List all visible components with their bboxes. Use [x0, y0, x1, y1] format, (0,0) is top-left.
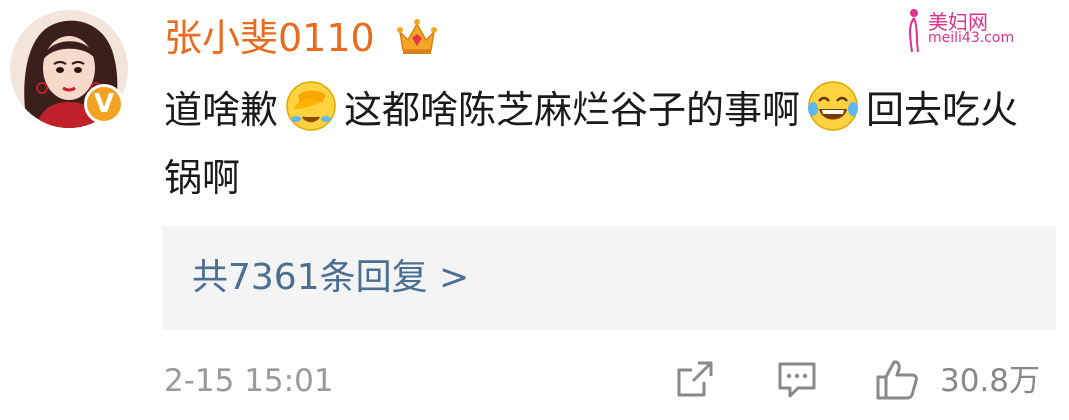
comment-text: 道啥歉 这都啥陈芝麻烂谷子的事啊 回去吃火锅啊 — [164, 76, 1054, 212]
reply-preview-box[interactable]: 共7361条回复 > — [162, 226, 1056, 330]
comment-button[interactable] — [776, 358, 818, 404]
view-replies-link[interactable]: 共7361条回复 > — [192, 252, 469, 304]
username[interactable]: 张小斐0110 — [164, 14, 375, 62]
thumbs-up-icon — [876, 360, 918, 400]
laughing-tears-emoji — [808, 81, 859, 131]
watermark-url: meili43.com — [928, 30, 1015, 46]
share-button[interactable] — [674, 358, 716, 404]
comment-part-1: 道啥歉 — [164, 88, 279, 132]
like-button[interactable] — [874, 358, 920, 406]
verified-badge: V — [84, 84, 124, 124]
comment-icon — [778, 362, 816, 398]
woman-figure-icon — [909, 9, 919, 53]
comment-part-2: 这都啥陈芝麻烂谷子的事啊 — [344, 88, 801, 132]
site-watermark: 美妇网 meili43.com — [900, 6, 1020, 54]
crown-icon — [397, 19, 437, 54]
face-palm-crying-emoji — [286, 81, 336, 131]
share-icon — [677, 361, 713, 397]
comment-timestamp: 2-15 15:01 — [164, 363, 334, 399]
like-count: 30.8万 — [940, 363, 1041, 399]
